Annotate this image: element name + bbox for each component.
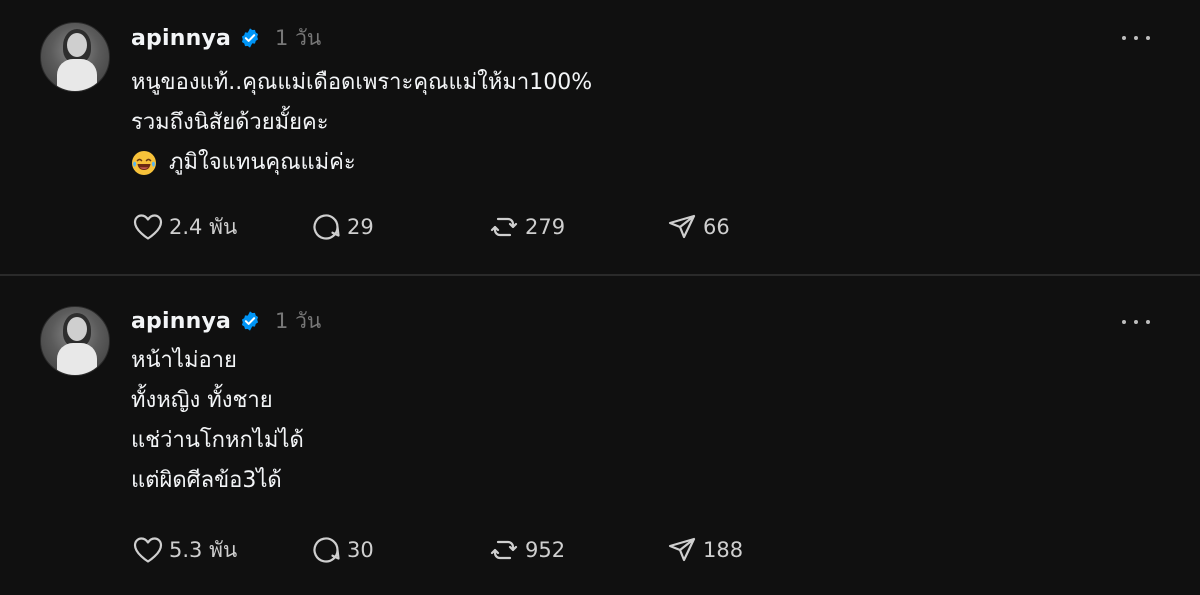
repost-button[interactable]: 952	[487, 533, 665, 567]
more-options-icon[interactable]	[1122, 318, 1150, 326]
comment-bubble-icon	[313, 214, 340, 240]
verified-badge-icon	[241, 28, 259, 48]
repost-count: 952	[525, 538, 566, 562]
post: apinnya 1 วัน หนูของแท้..คุณแม่เดือดเพรา…	[0, 0, 1200, 274]
post-text-line: ภูมิใจแทนคุณแม่ค่ะ	[169, 150, 356, 175]
like-button[interactable]: 2.4 พัน	[131, 210, 309, 244]
post-timestamp[interactable]: 1 วัน	[275, 305, 321, 338]
post-actions: 2.4 พัน 29 279 66	[131, 207, 843, 247]
avatar[interactable]	[40, 22, 110, 92]
like-count: 5.3 พัน	[169, 537, 238, 562]
comment-button[interactable]: 29	[309, 210, 487, 244]
comment-bubble-icon	[313, 537, 340, 563]
post-timestamp[interactable]: 1 วัน	[275, 22, 321, 55]
comment-count: 30	[347, 538, 374, 562]
heart-icon	[133, 214, 163, 240]
post-text-line: แช่ว่านโกหกไม่ได้	[131, 428, 304, 453]
repost-count: 279	[525, 215, 566, 239]
post-text-line-with-emoji: ภูมิใจแทนคุณแม่ค่ะ	[131, 143, 592, 183]
post-text-line: รวมถึงนิสัยด้วยมั้ยคะ	[131, 110, 329, 135]
post-text-line: หนูของแท้..คุณแม่เดือดเพราะคุณแม่ให้มา10…	[131, 70, 593, 95]
post-actions: 5.3 พัน 30 952 188	[131, 530, 843, 570]
post-text-line: ทั้งหญิง ทั้งชาย	[131, 388, 273, 413]
username[interactable]: apinnya	[131, 309, 231, 334]
repost-icon	[490, 540, 518, 560]
repost-icon	[490, 217, 518, 237]
post-header: apinnya 1 วัน	[131, 306, 321, 336]
share-count: 188	[703, 538, 744, 562]
face-with-tears-of-joy-icon	[132, 151, 156, 175]
threads-feed: apinnya 1 วัน หนูของแท้..คุณแม่เดือดเพรา…	[0, 0, 1200, 595]
post: apinnya 1 วัน หน้าไม่อาย ทั้งหญิง ทั้งชา…	[0, 276, 1200, 595]
send-icon	[668, 214, 696, 239]
comment-count: 29	[347, 215, 374, 239]
heart-icon	[133, 537, 163, 563]
share-button[interactable]: 188	[665, 533, 843, 567]
repost-button[interactable]: 279	[487, 210, 665, 244]
share-count: 66	[703, 215, 730, 239]
send-icon	[668, 537, 696, 562]
share-button[interactable]: 66	[665, 210, 843, 244]
post-text: หนูของแท้..คุณแม่เดือดเพราะคุณแม่ให้มา10…	[131, 63, 592, 183]
post-header: apinnya 1 วัน	[131, 23, 321, 53]
avatar[interactable]	[40, 306, 110, 376]
post-text-line: หน้าไม่อาย	[131, 348, 237, 373]
username[interactable]: apinnya	[131, 26, 231, 51]
post-text-line: แต่ผิดศีลข้อ3ได้	[131, 468, 282, 493]
like-count: 2.4 พัน	[169, 214, 238, 239]
verified-badge-icon	[241, 311, 259, 331]
like-button[interactable]: 5.3 พัน	[131, 533, 309, 567]
post-text: หน้าไม่อาย ทั้งหญิง ทั้งชาย แช่ว่านโกหกไ…	[131, 341, 304, 501]
more-options-icon[interactable]	[1122, 34, 1150, 42]
comment-button[interactable]: 30	[309, 533, 487, 567]
